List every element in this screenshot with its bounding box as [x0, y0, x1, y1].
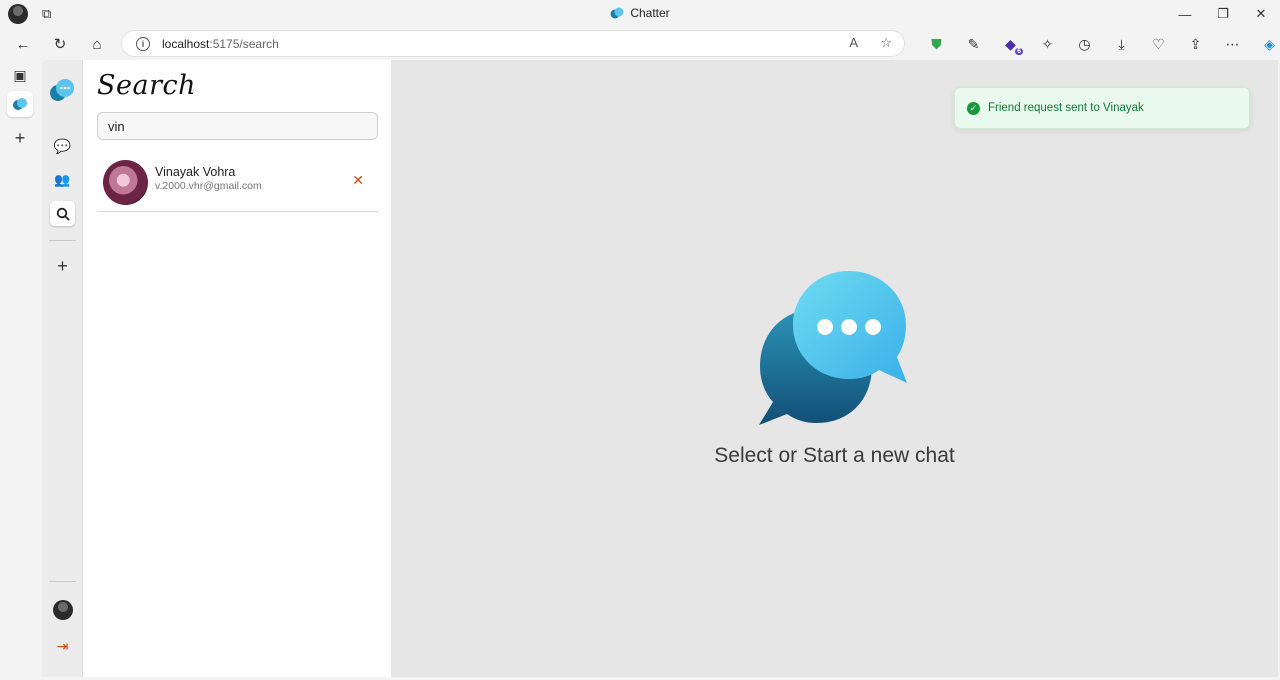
empty-state-text: Select or Start a new chat — [714, 444, 955, 467]
plus-icon: + — [57, 256, 68, 276]
check-circle-icon: ✓ — [967, 101, 980, 115]
web-page: 💬 👥 + ⇥ Search Vinayak Vohra v.2000.vhr@… — [42, 60, 1278, 677]
rail-divider — [49, 240, 76, 241]
search-icon — [56, 207, 70, 221]
extension-badge-icon[interactable]: ◆ 6 — [992, 32, 1029, 56]
tab-actions-icon[interactable]: ▣ — [7, 62, 33, 88]
result-email: v.2000.vhr@gmail.com — [155, 180, 262, 192]
result-name: Vinayak Vohra — [155, 165, 236, 179]
cancel-request-icon[interactable]: ✕ — [352, 172, 364, 189]
restore-button[interactable]: ❐ — [1204, 0, 1242, 28]
chat-area: Select or Start a new chat — [391, 60, 1278, 677]
copilot-icon[interactable]: ◈ — [1251, 32, 1280, 56]
read-aloud-icon[interactable]: A — [849, 35, 858, 50]
performance-icon[interactable]: ♡ — [1140, 32, 1177, 56]
rail-profile-button[interactable] — [50, 597, 75, 622]
url-text[interactable]: localhost:5175/search — [162, 37, 279, 51]
extensions-puzzle-icon[interactable]: ✧ — [1029, 32, 1066, 56]
rail-divider-bottom — [49, 581, 76, 582]
address-bar[interactable]: i localhost:5175/search A ☆ — [121, 30, 905, 57]
new-tab-plus-icon[interactable]: + — [7, 125, 33, 151]
user-avatar-image — [103, 160, 148, 205]
share-icon[interactable]: ⇪ — [1177, 32, 1214, 56]
history-icon[interactable]: ◷ — [1066, 32, 1103, 56]
friends-icon: 👥 — [54, 171, 71, 187]
back-arrow-icon[interactable]: ← — [10, 32, 36, 56]
chatter-tab-icon — [13, 98, 27, 110]
logout-icon: ⇥ — [56, 638, 69, 654]
window-controls: — ❐ ✕ — [1166, 0, 1280, 28]
downloads-icon[interactable]: ⤓ — [1103, 32, 1140, 56]
app-side-rail: 💬 👥 + ⇥ — [42, 60, 83, 677]
user-avatar — [52, 599, 73, 620]
site-info-icon[interactable]: i — [136, 36, 150, 51]
refresh-icon[interactable]: ↻ — [47, 32, 73, 56]
tab-chatter[interactable] — [7, 91, 33, 117]
browser-navbar: ← ↻ ⌂ i localhost:5175/search A ☆ ⛊ ✎ ◆ 6… — [0, 28, 1280, 60]
search-title: Search — [97, 70, 196, 101]
minimize-button[interactable]: — — [1166, 0, 1204, 28]
rail-friends-button[interactable]: 👥 — [50, 167, 75, 192]
chat-bubbles-illustration-icon — [759, 271, 907, 425]
chatter-favicon-icon — [610, 7, 624, 19]
app-logo[interactable] — [48, 77, 76, 105]
search-panel: Search Vinayak Vohra v.2000.vhr@gmail.co… — [83, 60, 391, 677]
chats-icon: 💬 — [53, 138, 72, 154]
close-button[interactable]: ✕ — [1242, 0, 1280, 28]
rail-search-button[interactable] — [50, 201, 75, 226]
eyedropper-extension-icon[interactable]: ✎ — [955, 32, 992, 56]
rail-logout-button[interactable]: ⇥ — [50, 634, 75, 659]
toast-notification[interactable]: ✓ Friend request sent to Vinayak — [954, 87, 1250, 129]
search-result-item[interactable]: Vinayak Vohra v.2000.vhr@gmail.com ✕ — [97, 154, 378, 212]
rail-chats-button[interactable]: 💬 — [50, 134, 75, 159]
home-icon[interactable]: ⌂ — [84, 32, 110, 56]
chat-logo-icon — [50, 79, 74, 101]
search-input[interactable] — [97, 112, 378, 140]
toast-message: Friend request sent to Vinayak — [988, 102, 1144, 114]
window-title: Chatter — [0, 6, 1280, 20]
rail-add-button[interactable]: + — [50, 254, 75, 279]
vertical-tabs-strip: ▣ + — [0, 60, 42, 680]
favorite-star-icon[interactable]: ☆ — [880, 35, 892, 51]
shield-extension-icon[interactable]: ⛊ — [918, 32, 955, 56]
tab-title: Chatter — [630, 6, 670, 20]
browser-titlebar: ⧉ Chatter — ❐ ✕ — [0, 0, 1280, 28]
more-menu-icon[interactable]: ⋯ — [1214, 32, 1251, 56]
extensions-toolbar: ⛊ ✎ ◆ 6 ✧ ◷ ⤓ ♡ ⇪ ⋯ ◈ — [918, 32, 1280, 56]
